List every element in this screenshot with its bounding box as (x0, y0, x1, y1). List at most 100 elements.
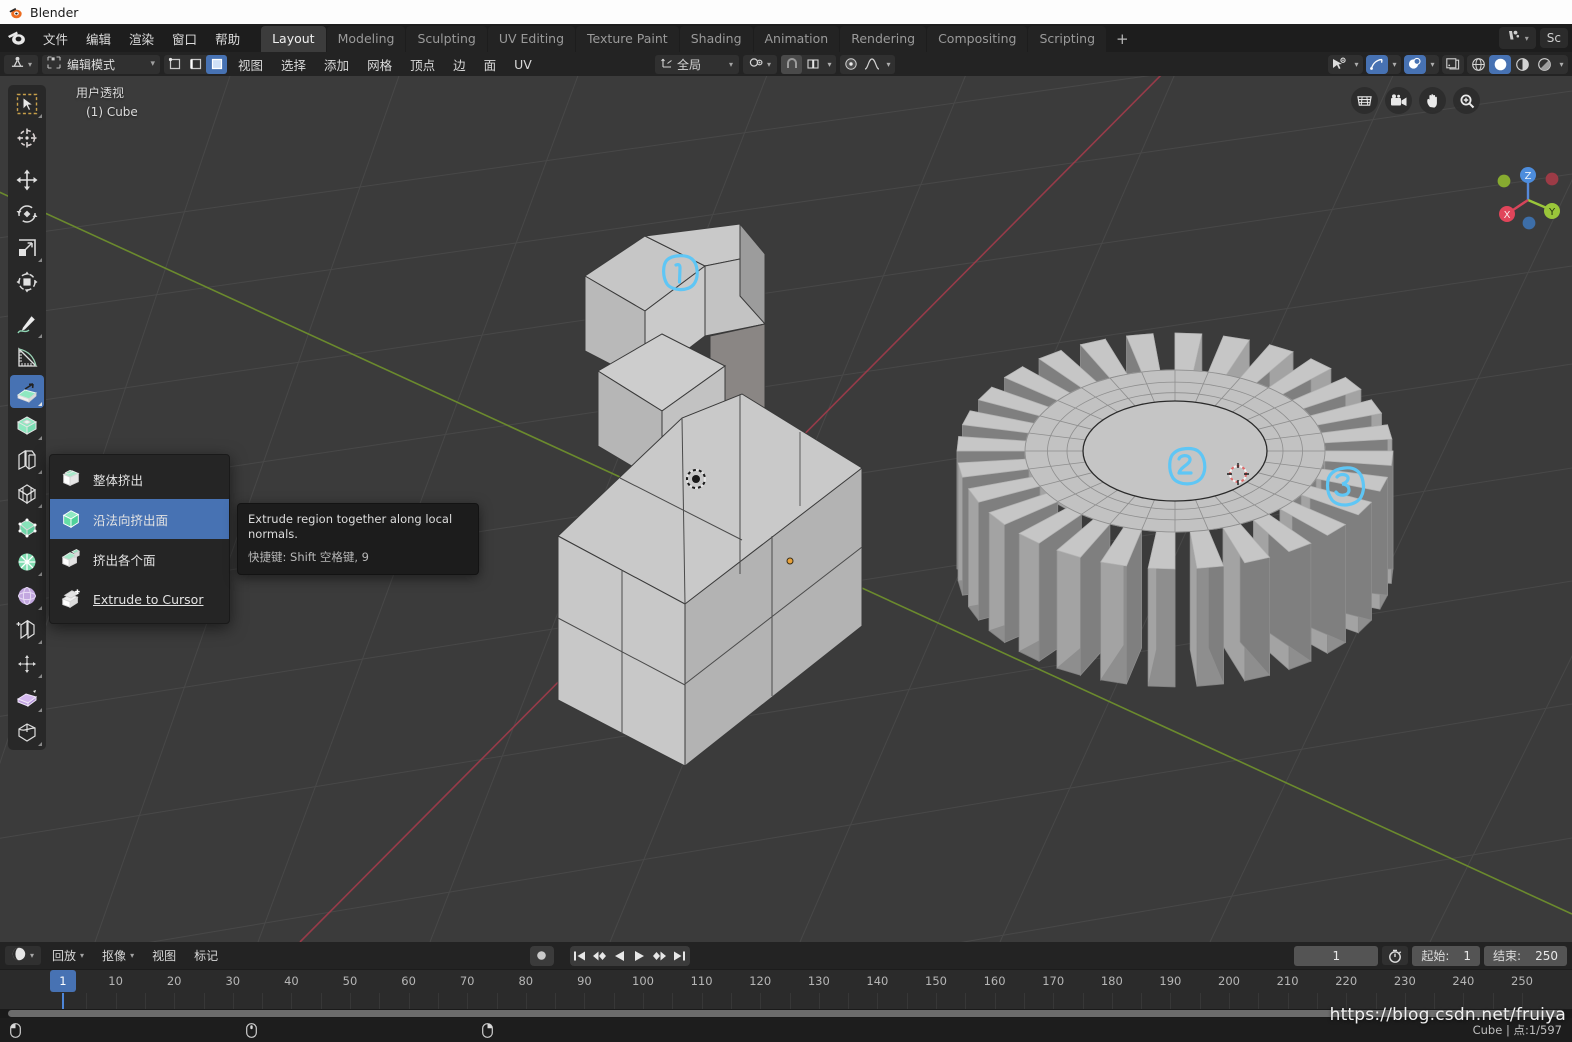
timeline-menu-playback[interactable]: 回放 ▾ (45, 946, 91, 965)
loop-cut-tool[interactable] (10, 477, 44, 510)
view-axis-gizmo[interactable]: Z Y X (1488, 158, 1566, 236)
snap-target-icon[interactable] (802, 55, 823, 74)
tweak-select-box-tool[interactable] (10, 87, 44, 120)
face-select-icon[interactable] (206, 54, 228, 74)
timeline-menu-view[interactable]: 视图 (145, 946, 183, 965)
timeline-menu-marker[interactable]: 标记 (187, 946, 225, 965)
tab-animation[interactable]: Animation (753, 26, 840, 52)
inset-faces-tool[interactable] (10, 409, 44, 442)
transform-orientation-selector[interactable]: 全局 ▾ (655, 54, 739, 74)
timeline-editor-type-selector[interactable]: ▾ (5, 946, 42, 965)
3d-viewport[interactable]: 用户透视 (1) Cube Z Y X 整体挤出 沿法向挤出面 挤出各个面 Ex… (0, 76, 1572, 942)
rendered-shading-icon[interactable] (1533, 55, 1555, 74)
snap-caret-icon[interactable]: ▾ (823, 60, 836, 69)
viewport-menu-add[interactable]: 添加 (317, 55, 356, 74)
rip-region-tool[interactable] (10, 715, 44, 748)
wireframe-shading-icon[interactable] (1467, 55, 1489, 74)
solid-shading-icon[interactable] (1489, 54, 1511, 74)
jump-to-start-icon[interactable] (570, 946, 590, 966)
knife-tool[interactable] (10, 511, 44, 544)
falloff-caret-icon[interactable]: ▾ (882, 60, 895, 69)
xray-toggle-icon[interactable] (1442, 55, 1464, 74)
editor-type-selector[interactable]: ▾ (4, 54, 39, 74)
edge-slide-tool[interactable] (10, 647, 44, 680)
edge-select-icon[interactable] (185, 55, 206, 74)
play-icon[interactable] (630, 946, 650, 966)
cursor-tool[interactable] (10, 121, 44, 154)
pan-view-icon[interactable] (1419, 87, 1446, 114)
falloff-curve-icon[interactable] (861, 55, 882, 74)
gizmo-caret-icon[interactable]: ▾ (1388, 60, 1401, 69)
vertex-select-icon[interactable] (164, 55, 185, 74)
timeline-scrollbar-thumb[interactable] (8, 1010, 1564, 1017)
tab-modeling[interactable]: Modeling (326, 26, 406, 52)
menu-render[interactable]: 渲染 (120, 26, 163, 51)
rotate-tool[interactable] (10, 197, 44, 230)
menu-item-extrude-to-cursor[interactable]: Extrude to Cursor (50, 579, 229, 619)
tab-layout[interactable]: Layout (261, 26, 326, 52)
scene-selector[interactable]: ▾ (1498, 27, 1536, 49)
viewport-menu-select[interactable]: 选择 (274, 55, 313, 74)
end-frame-field[interactable]: 结束: 250 (1484, 945, 1567, 966)
timeline-menu-keying[interactable]: 抠像 ▾ (95, 946, 141, 965)
timeline-ruler[interactable]: 10 20 30 40 50 60 70 80 90 100 110 120 130 140 150 160 1… (0, 969, 1572, 993)
extrude-region-tool[interactable] (10, 375, 44, 408)
menu-file[interactable]: 文件 (34, 26, 77, 51)
viewport-menu-edge[interactable]: 边 (446, 55, 473, 74)
shrink-fatten-tool[interactable] (10, 681, 44, 714)
tab-rendering[interactable]: Rendering (840, 26, 927, 52)
mesh-gear-object[interactable] (950, 301, 1420, 701)
tab-sculpting[interactable]: Sculpting (406, 26, 487, 52)
jump-to-end-icon[interactable] (670, 946, 690, 966)
transform-tool[interactable] (10, 265, 44, 298)
jump-to-prev-keyframe-icon[interactable] (590, 946, 610, 966)
menu-edit[interactable]: 编辑 (77, 26, 120, 51)
pivot-point-selector[interactable]: ▾ (743, 54, 778, 74)
play-reverse-icon[interactable] (610, 946, 630, 966)
scale-tool[interactable] (10, 231, 44, 264)
current-frame-field[interactable]: 1 (1294, 945, 1379, 966)
proportional-edit-icon[interactable] (840, 55, 861, 74)
interaction-mode-selector[interactable]: 编辑模式 ▾ (42, 54, 161, 74)
menu-window[interactable]: 窗口 (163, 26, 206, 51)
timeline-scrollbar[interactable] (0, 1009, 1572, 1018)
mesh-cube-object[interactable] (540, 206, 960, 766)
object-types-visibility-icon[interactable] (1328, 55, 1350, 74)
magnet-icon[interactable] (781, 54, 803, 74)
viewport-menu-uv[interactable]: UV (507, 57, 539, 72)
material-preview-icon[interactable] (1511, 55, 1533, 74)
gizmo-icon[interactable] (1366, 54, 1388, 74)
viewport-menu-mesh[interactable]: 网格 (360, 55, 399, 74)
use-preview-range-icon[interactable] (1382, 946, 1409, 965)
visibility-caret-icon[interactable]: ▾ (1350, 60, 1363, 69)
tab-texture-paint[interactable]: Texture Paint (576, 26, 679, 52)
overlays-icon[interactable] (1404, 54, 1426, 74)
move-tool[interactable] (10, 163, 44, 196)
auto-keyframe-icon[interactable] (529, 945, 554, 966)
tab-uv-editing[interactable]: UV Editing (487, 26, 576, 52)
smooth-tool[interactable] (10, 613, 44, 646)
tab-compositing[interactable]: Compositing (927, 26, 1028, 52)
add-workspace-button[interactable]: + (1107, 28, 1138, 52)
frame-range-fields[interactable]: 起始: 1 (1412, 945, 1481, 966)
spin-tool[interactable] (10, 579, 44, 612)
zoom-view-icon[interactable] (1453, 87, 1480, 114)
menu-item-extrude-individual[interactable]: 挤出各个面 (50, 539, 229, 579)
viewport-menu-face[interactable]: 面 (477, 55, 504, 74)
timeline-playhead[interactable]: 1 (49, 970, 76, 992)
extrude-tool-dropdown-menu[interactable]: 整体挤出 沿法向挤出面 挤出各个面 Extrude to Cursor (49, 454, 230, 624)
viewport-menu-view[interactable]: 视图 (231, 55, 270, 74)
scene-name-field[interactable]: Sc (1539, 28, 1568, 48)
menu-help[interactable]: 帮助 (206, 26, 249, 51)
shading-caret-icon[interactable]: ▾ (1555, 60, 1568, 69)
toggle-orthographic-icon[interactable] (1351, 87, 1378, 114)
jump-to-next-keyframe-icon[interactable] (650, 946, 670, 966)
blender-menu-icon[interactable] (6, 28, 28, 48)
measure-tool[interactable] (10, 341, 44, 374)
annotate-tool[interactable] (10, 307, 44, 340)
poly-build-tool[interactable] (10, 545, 44, 578)
tab-scripting[interactable]: Scripting (1028, 26, 1107, 52)
tab-shading[interactable]: Shading (679, 26, 753, 52)
camera-view-icon[interactable] (1385, 87, 1412, 114)
overlays-caret-icon[interactable]: ▾ (1426, 60, 1439, 69)
